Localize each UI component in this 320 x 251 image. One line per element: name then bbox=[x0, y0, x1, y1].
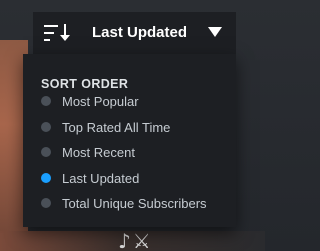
background-glyph-decoration: ♪⚔ bbox=[118, 229, 153, 251]
sort-option-label: Top Rated All Time bbox=[62, 119, 171, 135]
radio-icon bbox=[41, 198, 51, 208]
caret-down-icon bbox=[208, 27, 222, 37]
sort-option-top-rated-all-time[interactable]: Top Rated All Time bbox=[41, 117, 231, 137]
current-sort-label: Last Updated bbox=[92, 24, 188, 41]
sort-option-most-recent[interactable]: Most Recent bbox=[41, 142, 231, 162]
sort-option-label: Most Recent bbox=[62, 144, 135, 160]
sort-option-total-unique-subscribers[interactable]: Total Unique Subscribers bbox=[41, 193, 231, 213]
sort-option-label: Most Popular bbox=[62, 93, 139, 109]
radio-icon bbox=[41, 122, 51, 132]
sort-dropdown-button[interactable]: Last Updated bbox=[33, 12, 236, 54]
sort-option-most-popular[interactable]: Most Popular bbox=[41, 91, 231, 111]
radio-selected-icon bbox=[41, 173, 51, 183]
sort-option-label: Total Unique Subscribers bbox=[62, 195, 207, 211]
radio-icon bbox=[41, 96, 51, 106]
radio-icon bbox=[41, 147, 51, 157]
sort-order-menu: SORT ORDER Most Popular Top Rated All Ti… bbox=[23, 54, 236, 227]
sort-icon bbox=[44, 24, 70, 41]
sort-order-heading: SORT ORDER bbox=[41, 77, 129, 91]
sort-option-last-updated[interactable]: Last Updated bbox=[41, 168, 231, 188]
sort-option-label: Last Updated bbox=[62, 170, 140, 186]
